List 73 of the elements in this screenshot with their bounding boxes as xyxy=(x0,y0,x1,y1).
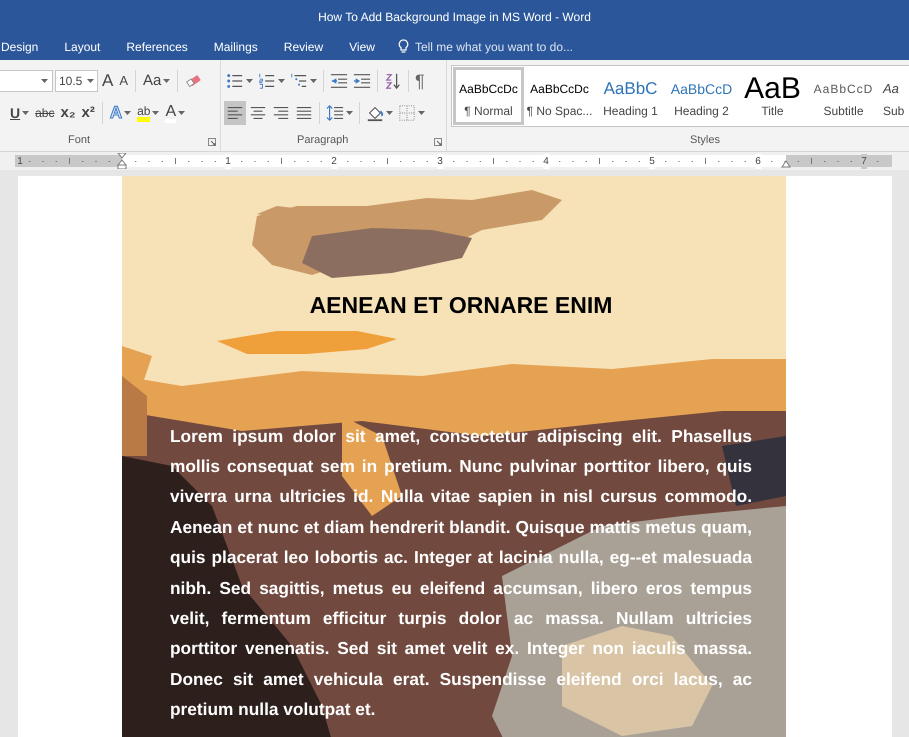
style-item[interactable]: Aa Sub xyxy=(879,67,909,125)
style-name: Heading 2 xyxy=(674,103,729,120)
tell-me-search[interactable]: Tell me what you want to do... xyxy=(388,34,584,58)
style-item[interactable]: AaBbCcDc ¶ No Spac... xyxy=(524,67,595,125)
ruler-number: 5 xyxy=(649,154,655,169)
document-heading: AENEAN ET ORNARE ENIM xyxy=(310,291,612,320)
group-label: Paragraph xyxy=(297,132,348,148)
caret-icon xyxy=(87,79,94,83)
ruler-number: 1 xyxy=(225,154,231,169)
ribbon-tab[interactable]: Review xyxy=(270,34,336,58)
borders-icon xyxy=(398,104,416,122)
justify-icon xyxy=(295,104,313,122)
style-preview: AaBbCcD xyxy=(814,81,874,98)
style-name: ¶ No Spac... xyxy=(527,103,592,120)
style-preview: AaBbC xyxy=(604,78,658,100)
style-item[interactable]: AaBbCcD Subtitle xyxy=(808,67,879,125)
numbered-list-icon xyxy=(258,72,276,90)
group-label: Styles xyxy=(690,132,720,148)
style-name: Sub xyxy=(883,103,904,120)
lightbulb-icon xyxy=(398,39,409,54)
right-indent-marker-icon xyxy=(781,160,791,168)
window-title: How To Add Background Image in MS Word - Word xyxy=(318,8,591,26)
dialog-launcher-icon xyxy=(208,138,216,146)
align-left-button[interactable] xyxy=(224,101,246,125)
ruler-number: 4 xyxy=(543,154,549,169)
align-left-icon xyxy=(226,104,244,122)
line-spacing-icon xyxy=(326,104,344,122)
sort-icon xyxy=(384,72,402,90)
ruler-number: 3 xyxy=(437,154,443,169)
strikethrough-button[interactable]: abc xyxy=(33,101,56,125)
bullet-list-icon xyxy=(226,72,244,90)
style-preview: Aa xyxy=(883,80,899,98)
group-label: Font xyxy=(68,132,90,148)
style-preview: AaBbCcDc xyxy=(530,81,589,98)
align-center-icon xyxy=(249,104,267,122)
style-preview: AaBbCcDc xyxy=(459,81,518,98)
ruler-number: 6 xyxy=(755,154,761,169)
style-name: Title xyxy=(761,103,784,120)
ruler-number: 2 xyxy=(331,154,337,169)
paint-bucket-icon xyxy=(366,104,384,122)
style-name: Heading 1 xyxy=(603,103,658,120)
style-preview: AaB xyxy=(744,76,801,102)
shrink-font-button[interactable]: A xyxy=(117,69,130,93)
ribbon-tab[interactable]: Layout xyxy=(51,34,114,58)
style-item[interactable]: AaB Title xyxy=(737,67,808,125)
ribbon-tab[interactable]: View xyxy=(336,34,388,58)
ribbon-tab[interactable]: Design xyxy=(1,34,52,58)
ribbon-tab[interactable]: References xyxy=(113,34,201,58)
caret-icon xyxy=(41,79,48,83)
underline-button[interactable]: U xyxy=(8,101,32,125)
highlight-button[interactable]: ab xyxy=(135,101,162,125)
ruler-number: 7 xyxy=(861,154,867,169)
font-color-button[interactable]: A xyxy=(163,101,188,125)
style-name: ¶ Normal xyxy=(464,103,513,120)
change-case-button[interactable]: Aa xyxy=(141,69,172,93)
style-item[interactable]: AaBbCcD Heading 2 xyxy=(666,67,737,125)
font-name-field[interactable] xyxy=(0,70,53,92)
show-marks-button[interactable]: ¶ xyxy=(413,69,427,93)
align-right-icon xyxy=(272,104,290,122)
decrease-indent-icon xyxy=(330,72,348,90)
grow-font-button[interactable]: A xyxy=(100,69,116,93)
superscript-button[interactable]: x² xyxy=(80,101,97,125)
ribbon-tab[interactable]: Mailings xyxy=(200,34,271,58)
style-item[interactable]: AaBbC Heading 1 xyxy=(595,67,666,125)
style-name: Subtitle xyxy=(823,103,864,120)
subscript-button[interactable]: x₂ xyxy=(58,101,78,125)
ruler-number: 1 xyxy=(17,155,23,169)
multilevel-list-icon xyxy=(290,72,308,90)
font-size-field[interactable]: 10.5 xyxy=(55,70,98,92)
increase-indent-icon xyxy=(353,72,371,90)
dialog-launcher-icon xyxy=(434,138,442,146)
style-preview: AaBbCcD xyxy=(670,80,732,98)
style-item[interactable]: AaBbCcDc ¶ Normal xyxy=(453,67,524,125)
